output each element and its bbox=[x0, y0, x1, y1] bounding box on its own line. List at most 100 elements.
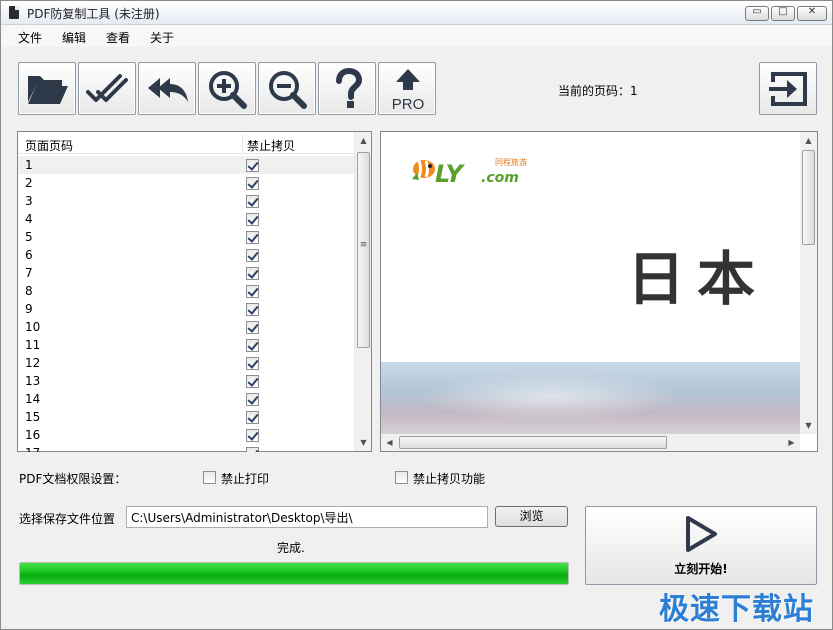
pdf-preview[interactable]: LY .com 同程旅游 日本 ▲ ▼ ◀ ▶ bbox=[380, 131, 818, 452]
page-number-cell: 11 bbox=[25, 338, 41, 352]
no-copy-row-checkbox[interactable] bbox=[246, 159, 259, 172]
logo-ly-text: LY bbox=[435, 160, 463, 188]
menu-about[interactable]: 关于 bbox=[150, 29, 174, 46]
scroll-thumb[interactable] bbox=[357, 152, 370, 348]
start-button[interactable]: 立刻开始! bbox=[585, 506, 817, 585]
pro-label: PRO bbox=[392, 96, 425, 110]
table-row[interactable]: 7 bbox=[18, 264, 355, 282]
page-number-cell: 1 bbox=[25, 158, 33, 172]
page-number-cell: 7 bbox=[25, 266, 33, 280]
preview-scroll-down-icon[interactable]: ▼ bbox=[800, 417, 817, 434]
zoom-out-icon bbox=[269, 71, 307, 109]
no-copy-row-checkbox[interactable] bbox=[246, 393, 259, 406]
table-row[interactable]: 5 bbox=[18, 228, 355, 246]
no-copy-row-checkbox[interactable] bbox=[246, 411, 259, 424]
table-row[interactable]: 1 bbox=[18, 156, 355, 174]
start-button-label: 立刻开始! bbox=[674, 562, 728, 576]
no-copy-row-checkbox[interactable] bbox=[246, 447, 259, 452]
no-copy-label[interactable]: 禁止拷贝功能 bbox=[413, 470, 485, 487]
page-list-header: 页面页码 禁止拷贝 bbox=[18, 132, 355, 154]
no-copy-row-checkbox[interactable] bbox=[246, 267, 259, 280]
table-row[interactable]: 10 bbox=[18, 318, 355, 336]
page-number-cell: 16 bbox=[25, 428, 41, 442]
maximize-icon: □ bbox=[778, 6, 788, 17]
scroll-down-icon[interactable]: ▼ bbox=[355, 434, 372, 451]
page-list[interactable]: 页面页码 禁止拷贝 1234567891011121314151617 ▲ ▼ bbox=[17, 131, 372, 452]
table-row[interactable]: 17 bbox=[18, 444, 355, 452]
scroll-up-icon[interactable]: ▲ bbox=[355, 132, 372, 149]
no-copy-row-checkbox[interactable] bbox=[246, 429, 259, 442]
open-file-button[interactable] bbox=[18, 62, 76, 115]
preview-scroll-right-icon[interactable]: ▶ bbox=[783, 434, 800, 451]
table-row[interactable]: 14 bbox=[18, 390, 355, 408]
preview-scroll-left-icon[interactable]: ◀ bbox=[381, 434, 398, 451]
page-number-cell: 14 bbox=[25, 392, 41, 406]
pdf-app-icon bbox=[9, 6, 19, 19]
no-copy-row-checkbox[interactable] bbox=[246, 177, 259, 190]
no-copy-row-checkbox[interactable] bbox=[246, 195, 259, 208]
page-list-scrollbar[interactable]: ▲ ▼ bbox=[354, 132, 371, 451]
reply-all-icon bbox=[148, 78, 188, 102]
help-button[interactable] bbox=[318, 62, 376, 115]
table-row[interactable]: 11 bbox=[18, 336, 355, 354]
preview-hscroll-thumb[interactable] bbox=[399, 436, 667, 449]
table-row[interactable]: 8 bbox=[18, 282, 355, 300]
close-button[interactable]: ✕ bbox=[797, 6, 827, 21]
menu-edit[interactable]: 编辑 bbox=[62, 29, 86, 46]
maximize-button[interactable]: □ bbox=[771, 6, 795, 21]
zoom-in-button[interactable] bbox=[198, 62, 256, 115]
column-header-page[interactable]: 页面页码 bbox=[25, 137, 73, 154]
no-copy-row-checkbox[interactable] bbox=[246, 303, 259, 316]
zoom-out-button[interactable] bbox=[258, 62, 316, 115]
page-number-cell: 4 bbox=[25, 212, 33, 226]
logo-brand-text: 同程旅游 bbox=[495, 158, 527, 167]
save-path-input[interactable] bbox=[126, 506, 488, 528]
no-copy-row-checkbox[interactable] bbox=[246, 249, 259, 262]
minimize-button[interactable]: ▭ bbox=[745, 6, 769, 21]
no-copy-row-checkbox[interactable] bbox=[246, 231, 259, 244]
menu-file[interactable]: 文件 bbox=[18, 29, 42, 46]
page-list-rows: 1234567891011121314151617 bbox=[18, 156, 355, 452]
table-row[interactable]: 16 bbox=[18, 426, 355, 444]
table-row[interactable]: 2 bbox=[18, 174, 355, 192]
pro-upgrade-button[interactable]: PRO bbox=[378, 62, 436, 115]
no-copy-row-checkbox[interactable] bbox=[246, 321, 259, 334]
title-bar: PDF防复制工具 (未注册) ▭ □ ✕ bbox=[1, 1, 832, 25]
no-copy-row-checkbox[interactable] bbox=[246, 285, 259, 298]
no-copy-row-checkbox[interactable] bbox=[246, 375, 259, 388]
page-number-cell: 3 bbox=[25, 194, 33, 208]
folder-open-icon bbox=[28, 76, 68, 104]
browse-button[interactable]: 浏览 bbox=[495, 506, 568, 527]
no-copy-row-checkbox[interactable] bbox=[246, 339, 259, 352]
page-number-cell: 6 bbox=[25, 248, 33, 262]
save-location-label: 选择保存文件位置 bbox=[19, 512, 116, 526]
progress-fill bbox=[20, 563, 568, 584]
no-copy-row-checkbox[interactable] bbox=[246, 357, 259, 370]
table-row[interactable]: 3 bbox=[18, 192, 355, 210]
page-number-cell: 13 bbox=[25, 374, 41, 388]
sign-out-icon bbox=[769, 72, 807, 106]
table-row[interactable]: 15 bbox=[18, 408, 355, 426]
table-row[interactable]: 6 bbox=[18, 246, 355, 264]
check-all-button[interactable] bbox=[78, 62, 136, 115]
toolbar: PRO 当前的页码：1 bbox=[1, 47, 832, 125]
column-header-no-copy[interactable]: 禁止拷贝 bbox=[247, 137, 295, 154]
table-row[interactable]: 12 bbox=[18, 354, 355, 372]
table-row[interactable]: 13 bbox=[18, 372, 355, 390]
exit-button[interactable] bbox=[759, 62, 817, 115]
status-text: 完成. bbox=[277, 541, 305, 555]
no-copy-checkbox[interactable] bbox=[395, 471, 408, 484]
preview-sky-image bbox=[381, 362, 800, 434]
table-row[interactable]: 4 bbox=[18, 210, 355, 228]
no-print-checkbox[interactable] bbox=[203, 471, 216, 484]
no-print-label[interactable]: 禁止打印 bbox=[221, 470, 269, 487]
menu-view[interactable]: 查看 bbox=[106, 29, 130, 46]
preview-vscroll-thumb[interactable] bbox=[802, 150, 815, 245]
column-divider[interactable] bbox=[242, 134, 243, 152]
preview-scroll-up-icon[interactable]: ▲ bbox=[800, 132, 817, 149]
preview-horizontal-scrollbar[interactable]: ◀ ▶ bbox=[381, 434, 800, 451]
preview-vertical-scrollbar[interactable]: ▲ ▼ bbox=[800, 132, 817, 434]
table-row[interactable]: 9 bbox=[18, 300, 355, 318]
no-copy-row-checkbox[interactable] bbox=[246, 213, 259, 226]
reply-all-button[interactable] bbox=[138, 62, 196, 115]
